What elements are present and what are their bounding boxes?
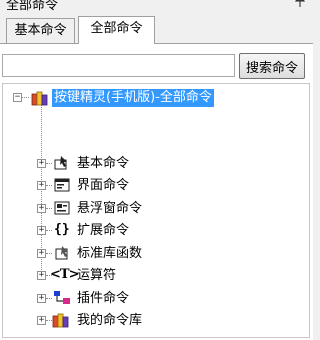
expand-toggle[interactable]: +	[37, 204, 46, 213]
braces-icon: {}	[54, 222, 70, 237]
tree-item-label: 我的命令库	[77, 313, 143, 328]
panel-titlebar: 全部命令	[0, 0, 313, 14]
operator-icon: <T>	[50, 267, 79, 282]
search-button[interactable]: 搜索命令	[239, 53, 305, 79]
pin-icon[interactable]	[294, 0, 306, 12]
tree-root-label[interactable]: 按键精灵(手机版)-全部命令	[52, 89, 214, 107]
tree-item-label: 界面命令	[77, 178, 130, 193]
tab-all-commands[interactable]: 全部命令	[78, 16, 155, 44]
expand-toggle[interactable]: +	[37, 249, 46, 258]
tree-connector	[46, 163, 52, 164]
expand-toggle[interactable]: +	[37, 316, 46, 325]
tree-connector	[22, 97, 29, 98]
tree-connector	[46, 185, 52, 186]
tree-item-label: 标准库函数	[77, 246, 143, 261]
tree-item-label: 悬浮窗命令	[77, 201, 143, 216]
window-icon	[54, 177, 70, 193]
tree-item-label: 运算符	[77, 268, 117, 283]
root-collapse-toggle[interactable]: −	[13, 93, 22, 102]
tree-connector	[46, 208, 52, 209]
expand-toggle[interactable]: +	[37, 271, 46, 280]
cursor-icon	[53, 155, 69, 171]
tab-basic-commands[interactable]: 基本命令	[6, 18, 75, 43]
books-icon	[31, 89, 48, 106]
tree-item-label: 扩展命令	[77, 223, 130, 238]
plugin-icon	[53, 289, 70, 305]
command-tree[interactable]: − 按键精灵(手机版)-全部命令 + 基本命令 + 界面命令 + 悬浮窗命令 +…	[2, 83, 310, 338]
tree-connector	[46, 230, 52, 231]
books-icon	[52, 311, 69, 328]
tree-connector	[46, 253, 52, 254]
expand-toggle[interactable]: +	[37, 294, 46, 303]
tree-item-label: 插件命令	[77, 291, 130, 306]
function-icon	[54, 245, 70, 261]
floating-window-icon	[54, 200, 70, 216]
commands-panel: 搜索命令 − 按键精灵(手机版)-全部命令 + 基本命令 + 界面命令 + 悬浮…	[0, 44, 313, 340]
expand-toggle[interactable]: +	[37, 226, 46, 235]
panel-title: 全部命令	[6, 0, 59, 13]
tree-connector	[46, 298, 52, 299]
expand-toggle[interactable]: +	[37, 159, 46, 168]
tree-item-label: 基本命令	[77, 156, 130, 171]
expand-toggle[interactable]: +	[37, 181, 46, 190]
search-input[interactable]	[2, 54, 235, 77]
